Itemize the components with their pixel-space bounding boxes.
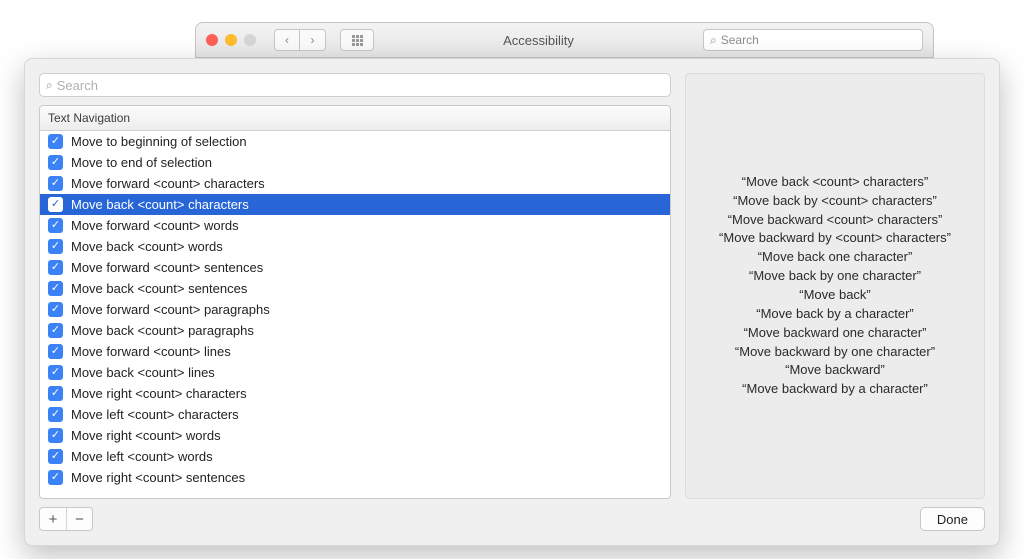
phrase-line: “Move back by a character” — [719, 305, 951, 324]
list-item-label: Move right <count> words — [71, 428, 221, 443]
list-item[interactable]: ✓ Move forward <count> sentences — [40, 257, 670, 278]
checkbox-icon[interactable]: ✓ — [48, 344, 63, 359]
done-button[interactable]: Done — [920, 507, 985, 531]
list-item-label: Move back <count> sentences — [71, 281, 247, 296]
list-item[interactable]: ✓ Move back <count> characters — [40, 194, 670, 215]
sheet-controls: + − Done — [39, 507, 985, 531]
nav-back-forward: ‹ › — [274, 29, 326, 51]
list-item-label: Move right <count> characters — [71, 386, 247, 401]
list-item[interactable]: ✓ Move left <count> words — [40, 446, 670, 467]
checkbox-icon[interactable]: ✓ — [48, 239, 63, 254]
left-column: ⌕ Text Navigation ✓ Move to beginning of … — [39, 73, 671, 499]
list-item[interactable]: ✓ Move right <count> characters — [40, 383, 670, 404]
checkbox-icon[interactable]: ✓ — [48, 302, 63, 317]
list-item[interactable]: ✓ Move back <count> lines — [40, 362, 670, 383]
checkbox-icon[interactable]: ✓ — [48, 176, 63, 191]
list-item[interactable]: ✓ Move back <count> words — [40, 236, 670, 257]
forward-button[interactable]: › — [300, 29, 326, 51]
phrase-line: “Move back by <count> characters” — [719, 192, 951, 211]
list-item-label: Move left <count> words — [71, 449, 213, 464]
list-item[interactable]: ✓ Move back <count> paragraphs — [40, 320, 670, 341]
list-item[interactable]: ✓ Move forward <count> lines — [40, 341, 670, 362]
list-item[interactable]: ✓ Move right <count> sentences — [40, 467, 670, 488]
checkbox-icon[interactable]: ✓ — [48, 197, 63, 212]
list-item-label: Move to end of selection — [71, 155, 212, 170]
checkbox-icon[interactable]: ✓ — [48, 323, 63, 338]
phrase-line: “Move backward by a character” — [719, 380, 951, 399]
commands-list: Text Navigation ✓ Move to beginning of se… — [39, 105, 671, 499]
checkbox-icon[interactable]: ✓ — [48, 218, 63, 233]
list-item-label: Move forward <count> characters — [71, 176, 265, 191]
phrase-line: “Move back” — [719, 286, 951, 305]
parent-window-titlebar: ‹ › Accessibility ⌕ Search — [195, 22, 934, 58]
minimize-icon[interactable] — [225, 34, 237, 46]
checkbox-icon[interactable]: ✓ — [48, 449, 63, 464]
back-button[interactable]: ‹ — [274, 29, 300, 51]
phrases-panel: “Move back <count> characters”“Move back… — [685, 73, 985, 499]
phrase-line: “Move backward by <count> characters” — [719, 229, 951, 248]
list-item-label: Move back <count> words — [71, 239, 223, 254]
checkbox-icon[interactable]: ✓ — [48, 365, 63, 380]
window-controls — [206, 34, 256, 46]
list-item-label: Move left <count> characters — [71, 407, 239, 422]
list-item-label: Move forward <count> words — [71, 218, 239, 233]
commands-sheet: ⌕ Text Navigation ✓ Move to beginning of … — [24, 58, 1000, 546]
sheet-search[interactable]: ⌕ — [39, 73, 671, 97]
list-item[interactable]: ✓ Move right <count> words — [40, 425, 670, 446]
list-item[interactable]: ✓ Move left <count> characters — [40, 404, 670, 425]
checkbox-icon[interactable]: ✓ — [48, 470, 63, 485]
checkbox-icon[interactable]: ✓ — [48, 428, 63, 443]
window-title: Accessibility — [382, 33, 695, 48]
phrase-line: “Move backward one character” — [719, 324, 951, 343]
checkbox-icon[interactable]: ✓ — [48, 155, 63, 170]
commands-scroll[interactable]: ✓ Move to beginning of selection ✓ Move to … — [40, 131, 670, 498]
show-all-button[interactable] — [340, 29, 374, 51]
grid-icon — [352, 35, 363, 46]
phrase-line: “Move backward” — [719, 361, 951, 380]
search-icon: ⌕ — [46, 78, 53, 93]
list-item-label: Move forward <count> lines — [71, 344, 231, 359]
list-item-label: Move back <count> lines — [71, 365, 215, 380]
phrase-line: “Move backward <count> characters” — [719, 211, 951, 230]
list-item[interactable]: ✓ Move forward <count> characters — [40, 173, 670, 194]
list-item[interactable]: ✓ Move back <count> sentences — [40, 278, 670, 299]
phrase-line: “Move back <count> characters” — [719, 173, 951, 192]
list-item-label: Move forward <count> paragraphs — [71, 302, 270, 317]
list-item[interactable]: ✓ Move forward <count> paragraphs — [40, 299, 670, 320]
close-icon[interactable] — [206, 34, 218, 46]
toolbar-search[interactable]: ⌕ Search — [703, 29, 923, 51]
list-item[interactable]: ✓ Move to beginning of selection — [40, 131, 670, 152]
phrase-line: “Move back by one character” — [719, 267, 951, 286]
checkbox-icon[interactable]: ✓ — [48, 386, 63, 401]
phrases-list: “Move back <count> characters”“Move back… — [719, 173, 951, 399]
checkbox-icon[interactable]: ✓ — [48, 407, 63, 422]
list-item-label: Move forward <count> sentences — [71, 260, 263, 275]
checkbox-icon[interactable]: ✓ — [48, 134, 63, 149]
add-remove-group: + − — [39, 507, 93, 531]
list-item-label: Move to beginning of selection — [71, 134, 247, 149]
phrase-line: “Move backward by one character” — [719, 343, 951, 362]
add-button[interactable]: + — [40, 508, 66, 530]
search-icon: ⌕ — [710, 33, 717, 48]
list-item-label: Move back <count> characters — [71, 197, 249, 212]
phrase-line: “Move back one character” — [719, 248, 951, 267]
zoom-icon[interactable] — [244, 34, 256, 46]
sheet-search-input[interactable] — [57, 78, 664, 93]
checkbox-icon[interactable]: ✓ — [48, 281, 63, 296]
toolbar-search-placeholder: Search — [721, 33, 759, 47]
remove-button[interactable]: − — [66, 508, 92, 530]
list-item[interactable]: ✓ Move forward <count> words — [40, 215, 670, 236]
checkbox-icon[interactable]: ✓ — [48, 260, 63, 275]
list-item-label: Move right <count> sentences — [71, 470, 245, 485]
list-item-label: Move back <count> paragraphs — [71, 323, 254, 338]
list-item[interactable]: ✓ Move to end of selection — [40, 152, 670, 173]
section-header: Text Navigation — [40, 106, 670, 131]
